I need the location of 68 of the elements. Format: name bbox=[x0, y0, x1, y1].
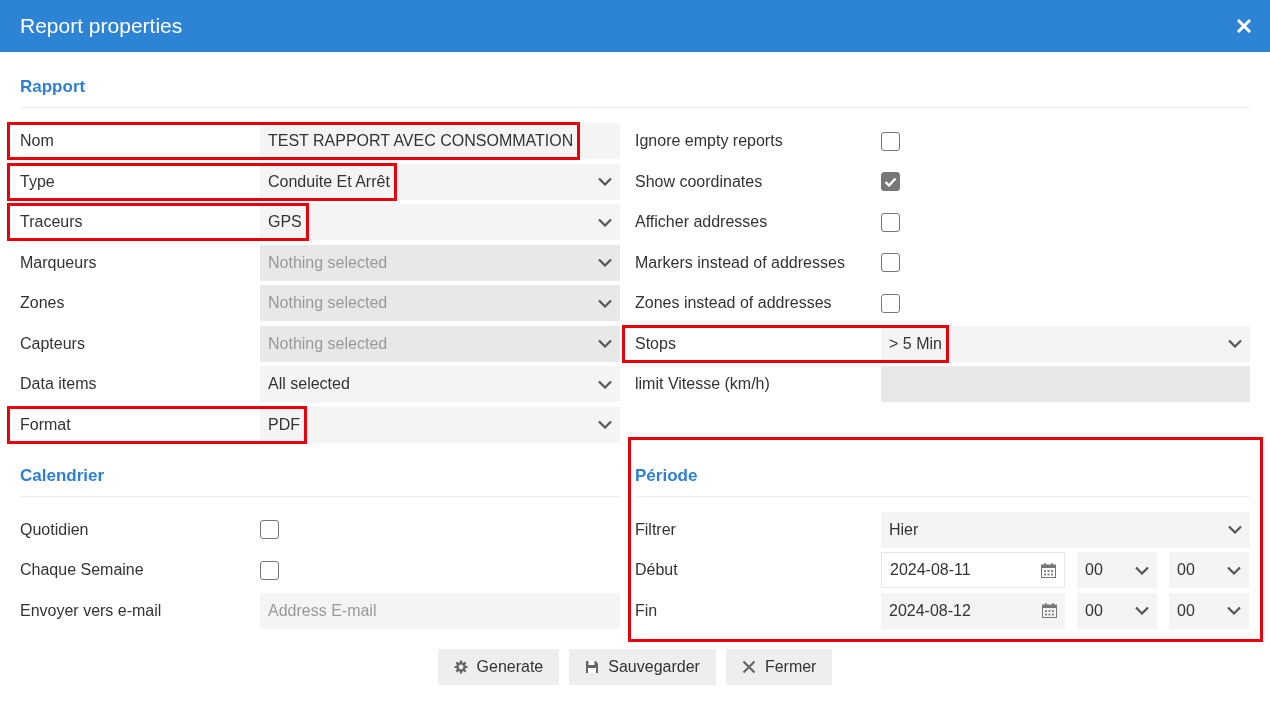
checkbox[interactable] bbox=[881, 293, 900, 313]
field-label: Zones instead of addresses bbox=[635, 294, 833, 312]
field-label: Ignore empty reports bbox=[635, 132, 784, 150]
minute-dropdown[interactable]: 00 bbox=[1169, 552, 1249, 588]
date-field[interactable]: 2024-08-12 bbox=[881, 592, 1065, 629]
checkbox[interactable] bbox=[881, 131, 900, 151]
field-label: Zones bbox=[20, 294, 66, 312]
field-label: Traceurs bbox=[20, 213, 84, 231]
field-label: Chaque Semaine bbox=[20, 561, 145, 579]
dropdown[interactable]: > 5 Min bbox=[881, 325, 1250, 362]
field-label: Nom bbox=[20, 132, 55, 150]
field-label: Afficher addresses bbox=[635, 213, 769, 231]
close-icon bbox=[741, 659, 756, 674]
calendar-icon bbox=[1042, 603, 1057, 618]
field-label: Data items bbox=[20, 375, 98, 393]
action-button[interactable]: Generate bbox=[437, 648, 560, 685]
field-label: Filtrer bbox=[635, 520, 677, 539]
close-icon bbox=[1236, 18, 1252, 34]
checkbox[interactable] bbox=[260, 560, 279, 580]
section-heading: Calendrier bbox=[20, 464, 620, 497]
chevron-down-icon bbox=[598, 177, 612, 186]
field-label: Fin bbox=[635, 601, 659, 620]
action-button[interactable]: Fermer bbox=[725, 648, 833, 685]
close-button[interactable] bbox=[1236, 18, 1252, 34]
section-heading: Rapport bbox=[20, 76, 1250, 108]
dropdown[interactable]: Conduite Et Arrêt bbox=[260, 163, 620, 200]
field-label: Format bbox=[20, 415, 72, 434]
dropdown[interactable]: Hier bbox=[881, 511, 1250, 548]
chevron-down-icon bbox=[1227, 606, 1241, 615]
field-label: Début bbox=[635, 561, 679, 579]
text-field[interactable]: TEST RAPPORT AVEC CONSOMMATION bbox=[260, 123, 620, 159]
checkmark-icon bbox=[884, 176, 897, 187]
chevron-down-icon bbox=[1228, 525, 1242, 534]
dropdown[interactable]: All selected bbox=[260, 366, 620, 402]
chevron-down-icon bbox=[1228, 339, 1242, 348]
chevron-down-icon bbox=[1227, 565, 1241, 575]
field-label: Quotidien bbox=[20, 520, 90, 539]
date-field[interactable]: 2024-08-11 bbox=[881, 552, 1065, 588]
field-label: Type bbox=[20, 172, 56, 191]
checkbox[interactable] bbox=[881, 212, 900, 232]
field-label: Show coordinates bbox=[635, 172, 764, 191]
hour-dropdown[interactable]: 00 bbox=[1077, 592, 1157, 629]
field-label: Marqueurs bbox=[20, 253, 98, 272]
chevron-down-icon bbox=[598, 298, 612, 308]
chevron-down-icon bbox=[598, 420, 612, 429]
checkbox[interactable] bbox=[881, 253, 900, 272]
field-label: Stops bbox=[635, 334, 677, 353]
chevron-down-icon bbox=[598, 217, 612, 227]
hour-dropdown[interactable]: 00 bbox=[1077, 552, 1157, 588]
dropdown[interactable]: GPS bbox=[260, 204, 620, 240]
section-heading: Période bbox=[635, 464, 1250, 497]
field-label: Capteurs bbox=[20, 334, 86, 353]
gear-icon bbox=[453, 659, 468, 674]
dropdown[interactable]: PDF bbox=[260, 406, 620, 443]
window-title: Report properties bbox=[20, 14, 183, 38]
field-label: Envoyer vers e-mail bbox=[20, 601, 163, 620]
chevron-down-icon bbox=[598, 258, 612, 267]
chevron-down-icon bbox=[598, 339, 612, 348]
checkbox[interactable] bbox=[260, 520, 279, 539]
checkbox[interactable] bbox=[881, 172, 900, 191]
field-label: Markers instead of addresses bbox=[635, 253, 846, 272]
action-button[interactable]: Sauvegarder bbox=[569, 648, 716, 685]
chevron-down-icon bbox=[1135, 565, 1149, 575]
minute-dropdown[interactable]: 00 bbox=[1169, 592, 1249, 629]
calendar-icon bbox=[1041, 562, 1056, 578]
chevron-down-icon bbox=[598, 379, 612, 389]
chevron-down-icon bbox=[1135, 606, 1149, 615]
field-label: limit Vitesse (km/h) bbox=[635, 375, 771, 393]
